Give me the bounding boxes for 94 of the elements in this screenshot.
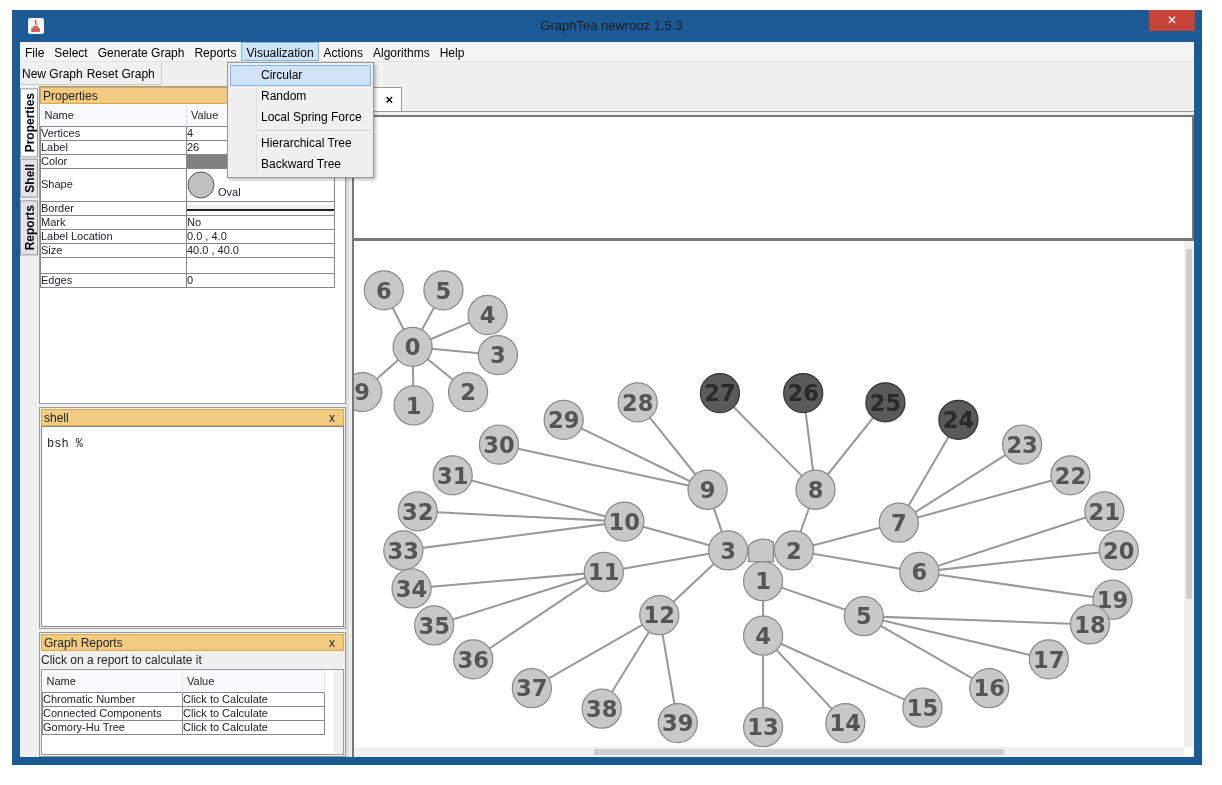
menu-item[interactable]: Algorithms: [367, 42, 435, 61]
close-button[interactable]: x: [329, 636, 335, 649]
menu-item[interactable]: File: [20, 42, 50, 61]
table-cell: 40.0 , 40.0: [186, 243, 335, 257]
graph-node[interactable]: 6: [899, 551, 940, 593]
graph-node[interactable]: 10: [604, 501, 645, 542]
graph-node[interactable]: 31: [432, 455, 473, 496]
table-cell: Vertices: [40, 126, 187, 140]
graph-node[interactable]: 29: [543, 399, 584, 440]
table-cell: Label Location: [40, 229, 187, 243]
graph-node[interactable]: 0: [392, 326, 433, 367]
table-cell: Label: [40, 140, 187, 154]
menu-item[interactable]: Help: [434, 42, 470, 61]
menu-item[interactable]: Circular: [230, 65, 371, 86]
panel-title: shell: [44, 409, 69, 427]
graph-node[interactable]: 9: [687, 469, 728, 510]
side-tab[interactable]: Reports: [20, 200, 38, 256]
graph-node[interactable]: 38: [581, 688, 622, 729]
menu-item[interactable]: Random: [230, 86, 371, 107]
table-cell: Connected Components: [42, 706, 183, 720]
shape-value: Oval: [218, 185, 241, 199]
graph-node[interactable]: 23: [1002, 424, 1043, 465]
graph-node[interactable]: 8: [795, 469, 836, 510]
toolbar-button[interactable]: Reset Graph: [84, 63, 157, 84]
window-title: GraphTea newrooz 1.5.3: [539, 17, 684, 36]
graph-node[interactable]: 5: [843, 596, 884, 637]
graph-node[interactable]: 39: [657, 702, 698, 744]
graph-node[interactable]: 14: [825, 702, 866, 744]
graph-node[interactable]: 34: [391, 568, 432, 609]
graph-node[interactable]: 12: [639, 595, 680, 636]
graph-node[interactable]: 32: [397, 491, 438, 532]
column-header: Name: [42, 670, 183, 692]
column-header: Value: [182, 670, 325, 692]
graph-node[interactable]: 2: [447, 371, 489, 413]
table-cell: No: [186, 215, 335, 229]
menu-item[interactable]: Backward Tree: [230, 154, 371, 175]
graph-node[interactable]: 13: [742, 707, 784, 748]
graph-node[interactable]: 15: [902, 687, 943, 728]
scrollbar[interactable]: [354, 747, 1184, 757]
close-button[interactable]: x: [329, 411, 335, 424]
scrollbar[interactable]: [1184, 241, 1194, 747]
table-cell[interactable]: Click to Calculate: [182, 720, 325, 734]
menu-item[interactable]: Actions: [318, 42, 368, 61]
graph-node[interactable]: 1: [393, 385, 434, 426]
graph-node[interactable]: 30: [478, 424, 520, 465]
graph-node[interactable]: 17: [1028, 639, 1069, 680]
table-cell: Border: [40, 201, 187, 215]
graph-node[interactable]: 6: [363, 270, 404, 311]
panel-title: Properties: [43, 87, 98, 105]
table-cell: Shape: [40, 168, 187, 201]
graph-node[interactable]: 4: [742, 615, 784, 656]
side-tab[interactable]: Shell: [20, 159, 38, 199]
prompt-text: bsh %: [47, 437, 83, 451]
table-cell[interactable]: Click to Calculate: [182, 706, 325, 720]
table-cell: 0: [186, 273, 335, 287]
table-cell[interactable]: Click to Calculate: [182, 692, 325, 706]
table-cell: 0.0 , 4.0: [186, 229, 335, 243]
graph-node[interactable]: 20: [1098, 530, 1139, 571]
graph-node[interactable]: 37: [511, 668, 552, 709]
table-cell: Chromatic Number: [42, 692, 183, 706]
console-area[interactable]: bsh %: [41, 426, 344, 627]
graph-node[interactable]: 35: [414, 605, 455, 646]
close-button[interactable]: ✕: [1149, 10, 1195, 31]
graph-node[interactable]: 28: [617, 382, 658, 423]
side-tab[interactable]: Properties: [20, 88, 38, 158]
table-cell: Edges: [40, 273, 187, 287]
column-header: Name: [40, 104, 187, 126]
graph-node[interactable]: 7: [878, 502, 919, 543]
close-tab-button[interactable]: ×: [372, 87, 402, 111]
menu-item[interactable]: Reports: [189, 42, 242, 61]
java-cup-icon: [28, 18, 44, 34]
hint-text: Click on a report to calculate it: [41, 652, 203, 669]
scrollbar[interactable]: [334, 670, 343, 754]
oval-icon: [187, 170, 215, 199]
graph-node[interactable]: 5: [423, 270, 464, 311]
graph-node[interactable]: 4: [467, 294, 508, 336]
graph-node[interactable]: 11: [583, 551, 624, 593]
graph-node[interactable]: 33: [383, 530, 424, 571]
table-cell: Mark: [40, 215, 187, 229]
toolbar-button[interactable]: New Graph: [20, 63, 85, 84]
table-cell: Color: [40, 154, 187, 168]
menu-item[interactable]: Visualization: [241, 42, 319, 61]
graph-node[interactable]: 3: [477, 334, 519, 376]
menu-item[interactable]: Select: [49, 42, 93, 61]
graph-node[interactable]: [748, 538, 774, 563]
graph-node[interactable]: 9: [354, 371, 383, 413]
table-cell: Gomory-Hu Tree: [42, 720, 183, 734]
graph-node[interactable]: 36: [453, 639, 494, 680]
graph-node[interactable]: 21: [1084, 491, 1125, 532]
table-cell: Size: [40, 243, 187, 257]
graph-node[interactable]: 16: [969, 668, 1010, 709]
menu-item[interactable]: Generate Graph: [92, 42, 190, 61]
panel-title: Graph Reports: [44, 634, 123, 652]
graph-node[interactable]: 22: [1050, 455, 1091, 496]
